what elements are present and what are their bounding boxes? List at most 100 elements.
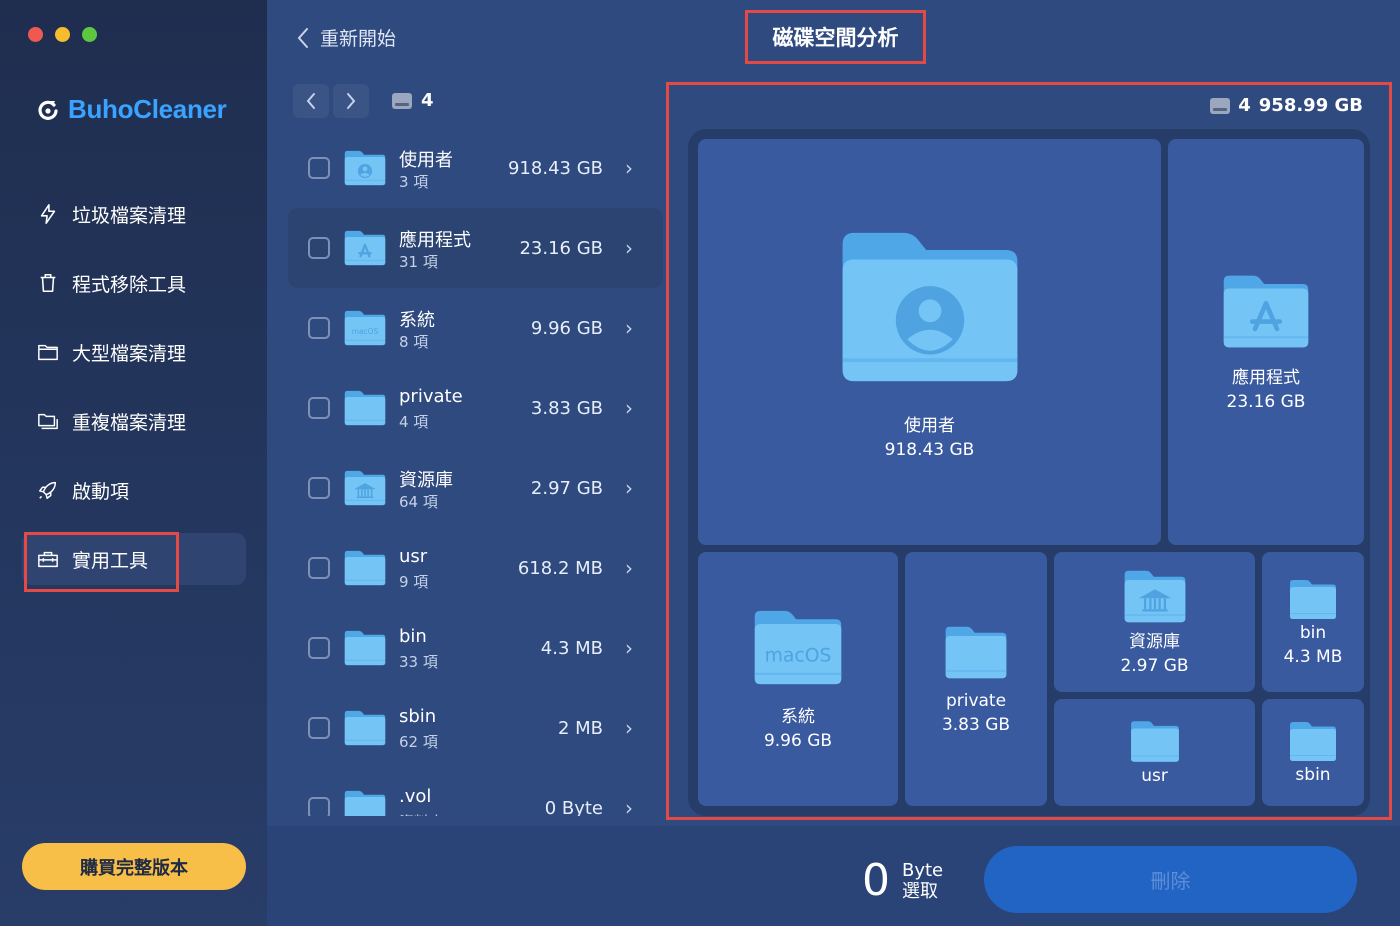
page-title: 磁碟空間分析 [745,10,926,64]
treemap-tile-sbin[interactable]: sbin [1262,699,1364,806]
sidebar-item-uninstaller[interactable]: 程式移除工具 [22,257,246,309]
chevron-right-icon[interactable]: › [625,636,633,660]
sidebar-item-duplicates[interactable]: 重複檔案清理 [22,395,246,447]
treemap-tile-usr[interactable]: usr [1054,699,1255,806]
folder-list: 使用者 3 項 918.43 GB › 應用程式 31 項 23.16 GB › macOS 系統… [288,128,663,816]
folder-icon [343,789,387,816]
row-size: 0 Byte [544,797,603,817]
treemap-tile-applications[interactable]: 應用程式 23.16 GB [1168,139,1364,545]
selected-size-unit: Byte [902,860,944,881]
chevron-right-icon[interactable]: › [625,396,633,420]
macos-folder-icon: macOS [751,607,845,688]
tile-size: 3.83 GB [941,714,1011,735]
row-size: 9.96 GB [530,317,603,339]
row-count: 31 項 [399,253,438,271]
sidebar-item-label: 啟動項 [72,480,130,503]
list-item[interactable]: bin 33 項 4.3 MB › [288,608,663,688]
rocket-icon [36,478,60,502]
row-checkbox[interactable] [308,317,330,339]
delete-button[interactable]: 刪除 [984,846,1357,913]
row-size: 4.3 MB [540,637,603,659]
buy-full-version-button[interactable]: 購買完整版本 [22,843,246,890]
selected-size-value: 0 [862,855,890,906]
chevron-right-icon[interactable]: › [625,316,633,340]
row-size: 2 MB [557,717,603,739]
folder-icon [36,340,60,364]
tile-name: bin [1299,622,1327,643]
sidebar-item-label: 垃圾檔案清理 [72,204,187,227]
list-item[interactable]: sbin 62 項 2 MB › [288,688,663,768]
window-controls [28,27,97,42]
close-window-button[interactable] [28,27,43,42]
sidebar-item-startup[interactable]: 啟動項 [22,464,246,516]
svg-text:macOS: macOS [352,327,379,336]
folder-icon [1288,720,1338,763]
chevron-right-icon [347,93,356,109]
row-checkbox[interactable] [308,477,330,499]
nav-forward-button[interactable] [333,84,369,118]
tile-size: 9.96 GB [763,731,833,751]
treemap-tile-library[interactable]: 資源庫 2.97 GB [1054,552,1255,692]
folder-icon [1129,719,1181,764]
treemap-frame: 4 958.99 GB 使用者 918.43 GB 應用程式 23.16 GB [666,82,1392,820]
row-name: sbin [399,706,437,727]
row-checkbox[interactable] [308,557,330,579]
row-checkbox[interactable] [308,637,330,659]
disk-label: 4 [421,90,434,111]
list-item[interactable]: usr 9 項 618.2 MB › [288,528,663,608]
nav-back-button[interactable] [293,84,329,118]
tile-name: 應用程式 [1232,368,1300,388]
treemap-tile-system[interactable]: macOS 系統 9.96 GB [698,552,898,806]
list-item[interactable]: private 4 項 3.83 GB › [288,368,663,448]
row-count: 資料夾 [399,811,444,816]
folders-icon [36,409,60,433]
row-count: 33 項 [399,653,438,671]
chevron-right-icon[interactable]: › [625,236,633,260]
treemap-tile-bin[interactable]: bin 4.3 MB [1262,552,1364,692]
disk-breadcrumb[interactable]: 4 [392,90,434,111]
treemap-disk-label: 4 [1238,95,1251,116]
row-count: 8 項 [399,333,429,351]
folder-icon [343,469,387,507]
row-count: 64 項 [399,493,438,511]
list-item[interactable]: 使用者 3 項 918.43 GB › [288,128,663,208]
chevron-left-icon [297,27,308,48]
zoom-window-button[interactable] [82,27,97,42]
treemap-tile-users[interactable]: 使用者 918.43 GB [698,139,1161,545]
row-checkbox[interactable] [308,237,330,259]
tile-name: 使用者 [904,415,955,436]
list-item[interactable]: 應用程式 31 項 23.16 GB › [288,208,663,288]
app-name: BuhoCleaner [68,94,227,124]
treemap-tile-private[interactable]: private 3.83 GB [905,552,1047,806]
row-size: 618.2 MB [517,557,603,579]
sidebar-item-junk[interactable]: 垃圾檔案清理 [22,188,246,240]
minimize-window-button[interactable] [55,27,70,42]
library-folder-icon [1122,568,1188,625]
sidebar-item-label: 大型檔案清理 [72,342,187,365]
folder-icon [343,629,387,667]
row-checkbox[interactable] [308,157,330,179]
folder-icon [943,624,1009,681]
sidebar-item-utilities[interactable]: 實用工具 [22,532,246,592]
chevron-right-icon[interactable]: › [625,156,633,180]
list-item[interactable]: .vol 資料夾 0 Byte › [288,768,663,816]
sidebar-item-large-files[interactable]: 大型檔案清理 [22,326,246,378]
chevron-right-icon[interactable]: › [625,796,633,816]
buho-logo-icon [38,100,58,120]
chevron-right-icon[interactable]: › [625,556,633,580]
row-name: .vol [399,786,432,807]
list-item[interactable]: 資源庫 64 項 2.97 GB › [288,448,663,528]
row-size: 23.16 GB [519,237,603,259]
list-item[interactable]: macOS 系統 8 項 9.96 GB › [288,288,663,368]
row-checkbox[interactable] [308,717,330,739]
row-checkbox[interactable] [308,797,330,816]
row-size: 3.83 GB [530,397,603,419]
trash-icon [36,271,60,295]
row-checkbox[interactable] [308,397,330,419]
chevron-right-icon[interactable]: › [625,476,633,500]
treemap-total: 4 958.99 GB [1210,95,1363,116]
user-folder-icon [835,225,1025,389]
back-button[interactable]: 重新開始 [296,24,396,51]
chevron-right-icon[interactable]: › [625,716,633,740]
disk-icon [1210,97,1231,114]
